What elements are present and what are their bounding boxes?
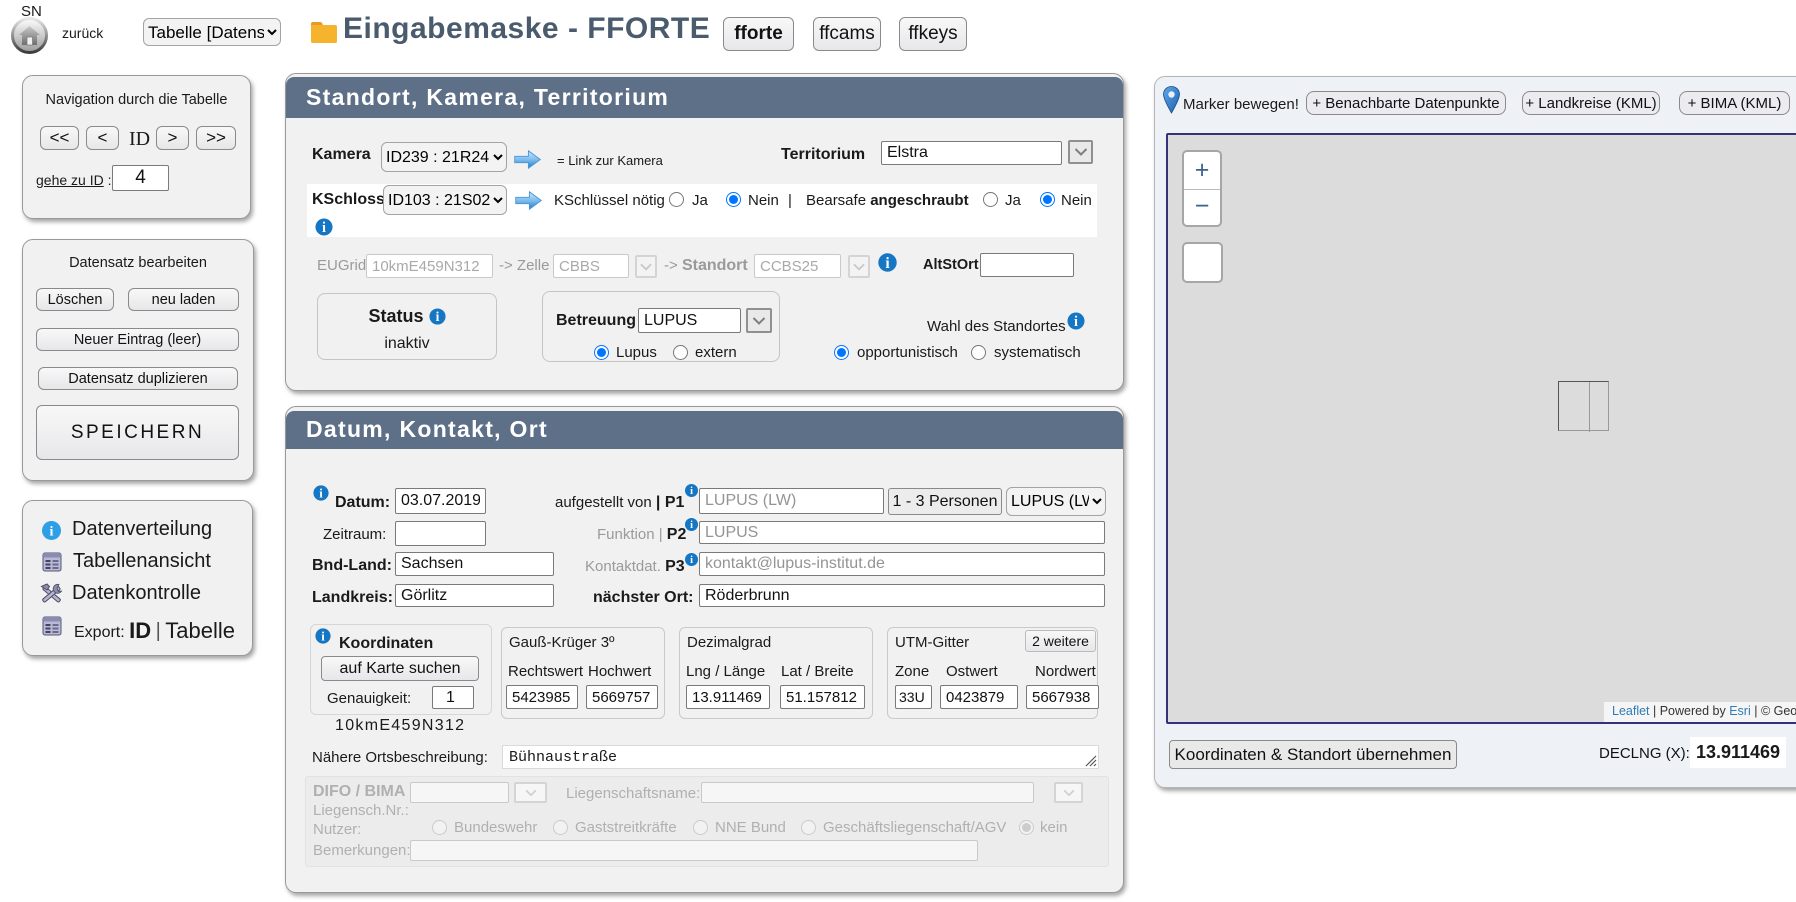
- svg-text:i: i: [690, 486, 693, 497]
- svg-text:i: i: [322, 220, 326, 236]
- svg-text:i: i: [690, 555, 693, 566]
- svg-text:i: i: [319, 486, 323, 500]
- svg-text:i: i: [435, 309, 439, 324]
- svg-text:i: i: [690, 520, 693, 531]
- svg-text:i: i: [1074, 314, 1078, 330]
- svg-text:i: i: [885, 255, 890, 272]
- svg-text:i: i: [321, 629, 325, 643]
- svg-text:i: i: [50, 525, 54, 540]
